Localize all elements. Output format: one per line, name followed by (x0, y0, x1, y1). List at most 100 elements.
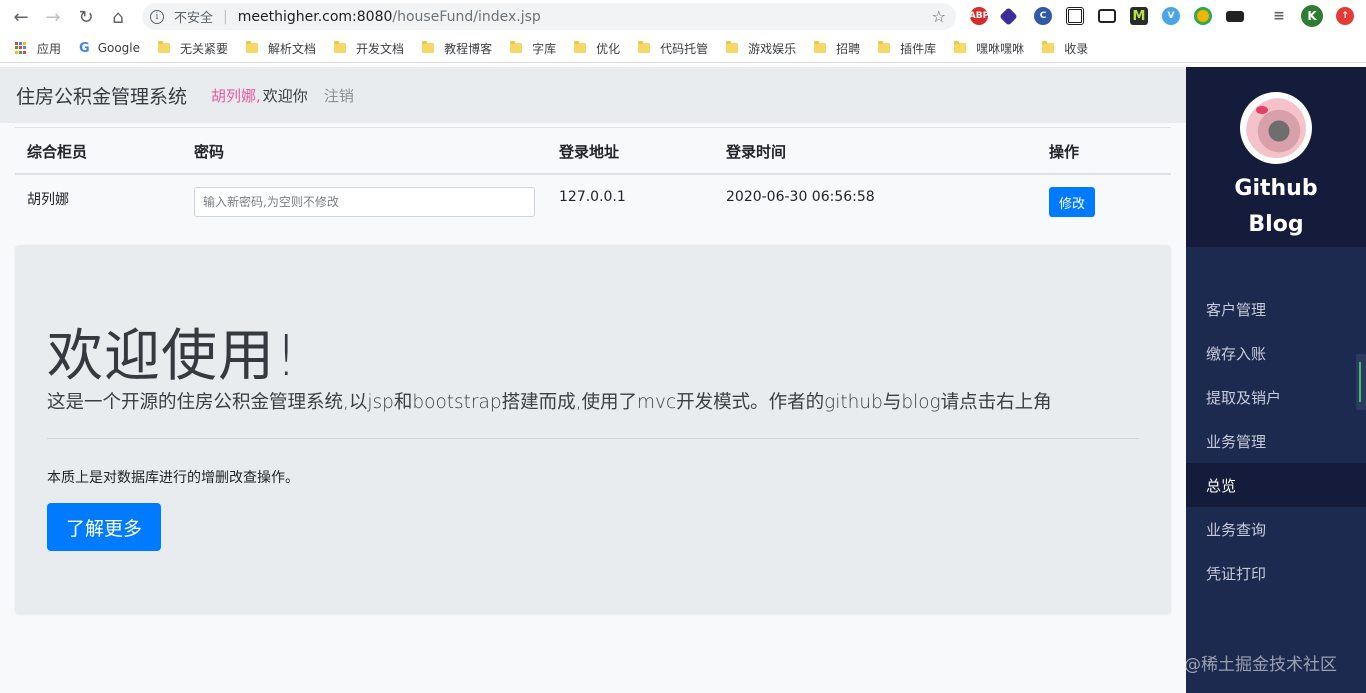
profile-avatar[interactable]: K (1301, 5, 1323, 27)
ext-icon[interactable]: C (1034, 7, 1052, 25)
bookmark-folder[interactable]: 嘿咻嘿咻 (954, 40, 1024, 57)
url-path: /houseFund/index.jsp (392, 8, 541, 25)
sidebar-title-line1: Github (1234, 176, 1318, 201)
column-header: 登录时间 (726, 143, 787, 161)
bookmark-folder[interactable]: 优化 (574, 40, 620, 57)
sidebar-item-business[interactable]: 业务管理 (1186, 419, 1366, 463)
folder-icon (158, 41, 171, 53)
abp-icon[interactable]: ABP (969, 7, 989, 25)
folder-icon (638, 41, 651, 53)
bookmark-folder[interactable]: 无关紧要 (158, 40, 228, 57)
table-row: 胡列娜 127.0.0.1 2020-06-30 06:56:58 修改 (15, 175, 1171, 227)
column-header: 登录地址 (559, 143, 620, 161)
welcome-jumbotron: 欢迎使用! 这是一个开源的住房公积金管理系统,以jsp和bootstrap搭建而… (15, 245, 1171, 614)
bookmark-label: 游戏娱乐 (748, 41, 797, 56)
reload-icon[interactable]: ↻ (70, 1, 102, 33)
folder-icon (954, 41, 967, 53)
bookmark-label: 开发文档 (356, 41, 405, 56)
home-icon[interactable]: ⌂ (102, 1, 134, 33)
folder-icon (510, 41, 523, 53)
bookmark-folder[interactable]: 收录 (1042, 40, 1088, 57)
folder-icon (574, 41, 587, 53)
bookmark-apps[interactable]: 应用 (37, 40, 61, 57)
bookmark-label: 招聘 (836, 41, 861, 56)
bookmark-folder[interactable]: 插件库 (878, 40, 936, 57)
url-separator: | (223, 8, 228, 25)
shield-icon[interactable] (999, 7, 1018, 26)
avatar[interactable] (1240, 92, 1312, 164)
column-header: 综合柜员 (27, 143, 88, 161)
column-header: 密码 (194, 143, 225, 161)
google-icon: G (79, 40, 90, 56)
bookmark-folder[interactable]: 字库 (510, 40, 556, 57)
bookmark-folder[interactable]: 解析文档 (246, 40, 316, 57)
qr-icon[interactable] (1066, 7, 1084, 25)
divider (47, 438, 1139, 439)
chrome-icon[interactable] (1194, 7, 1212, 25)
sidebar-title-line2: Blog (1248, 212, 1304, 237)
github-blog-link[interactable]: Github Blog (1186, 171, 1366, 243)
sidebar-item-customer[interactable]: 客户管理 (1186, 287, 1366, 331)
top-navbar: 住房公积金管理系统 胡列娜, 欢迎你 注销 (0, 67, 1186, 123)
logout-link[interactable]: 注销 (324, 85, 354, 106)
cell-login-time: 2020-06-30 06:56:58 (726, 189, 875, 205)
cell-name: 胡列娜 (27, 192, 69, 208)
sidebar-item-withdraw[interactable]: 提取及销户 (1186, 375, 1366, 419)
bookmark-label: Google (97, 41, 141, 55)
m-icon[interactable]: M (1130, 7, 1148, 25)
sidebar-menu: 客户管理 缴存入账 提取及销户 业务管理 总览 业务查询 凭证打印 (1186, 287, 1366, 595)
bookmark-label: 嘿咻嘿咻 (976, 41, 1025, 56)
bookmark-label: 解析文档 (268, 41, 317, 56)
password-input[interactable] (194, 187, 535, 217)
learn-more-button[interactable]: 了解更多 (47, 503, 161, 551)
sidebar-item-overview[interactable]: 总览 (1186, 463, 1366, 507)
security-label: 不安全 (174, 11, 214, 26)
current-user: 胡列娜, (211, 86, 261, 105)
bookmark-label: 代码托管 (660, 41, 709, 56)
info-icon[interactable]: i (150, 9, 164, 24)
bookmark-label: 优化 (596, 41, 621, 56)
bookmark-label: 字库 (532, 41, 557, 56)
column-header: 操作 (1049, 143, 1080, 161)
cell-address: 127.0.0.1 (559, 189, 626, 205)
modify-button[interactable]: 修改 (1049, 187, 1095, 217)
brand-title[interactable]: 住房公积金管理系统 (16, 82, 187, 109)
scrollbar-handle[interactable] (1356, 354, 1366, 410)
sidebar-header: Github Blog (1186, 67, 1366, 247)
welcome-title: 欢迎使用! (47, 324, 299, 389)
sidebar-item-query[interactable]: 业务查询 (1186, 507, 1366, 551)
bookmark-folder[interactable]: 开发文档 (334, 40, 404, 57)
bookmark-folder[interactable]: 游戏娱乐 (726, 40, 796, 57)
reading-list-icon[interactable]: ≡ (1270, 7, 1288, 25)
glasses-icon[interactable] (1226, 11, 1244, 22)
table-header: 综合柜员 密码 登录地址 登录时间 操作 (15, 127, 1171, 175)
bookmark-label: 插件库 (900, 41, 937, 56)
folder-icon (246, 41, 259, 53)
sidebar-item-print[interactable]: 凭证打印 (1186, 551, 1366, 595)
user-table: 综合柜员 密码 登录地址 登录时间 操作 胡列娜 127.0.0.1 2020-… (15, 127, 1171, 227)
bookmark-label: 收录 (1064, 41, 1089, 56)
welcome-lead: 这是一个开源的住房公积金管理系统,以jsp和bootstrap搭建而成,使用了m… (47, 392, 1052, 413)
forward-icon[interactable]: → (37, 1, 69, 33)
window-icon[interactable] (1098, 9, 1116, 23)
bookmark-google[interactable]: G Google (79, 41, 140, 56)
update-icon[interactable]: ↑ (1336, 7, 1354, 25)
sidebar: Github Blog 客户管理 缴存入账 提取及销户 业务管理 总览 业务查询… (1186, 67, 1366, 693)
avatar-image (1246, 98, 1306, 158)
address-bar[interactable]: i 不安全 | meethigher.com:8080/houseFund/in… (142, 3, 956, 30)
sidebar-item-deposit[interactable]: 缴存入账 (1186, 331, 1366, 375)
bookmark-folder[interactable]: 教程博客 (422, 40, 492, 57)
apps-grid-icon[interactable] (15, 42, 27, 54)
folder-icon (726, 41, 739, 53)
folder-icon (334, 41, 347, 53)
folder-icon (814, 41, 827, 53)
bookmark-folder[interactable]: 代码托管 (638, 40, 708, 57)
watermark: @稀土掘金技术社区 (1184, 655, 1337, 675)
bookmark-star-icon[interactable]: ☆ (932, 7, 946, 26)
bookmark-folder[interactable]: 招聘 (814, 40, 860, 57)
welcome-text: 欢迎你 (262, 86, 308, 105)
back-icon[interactable]: ← (5, 1, 37, 33)
avatar-badge (1256, 106, 1268, 114)
vue-icon[interactable]: V (1162, 7, 1180, 25)
bookmark-label: 应用 (37, 41, 62, 56)
